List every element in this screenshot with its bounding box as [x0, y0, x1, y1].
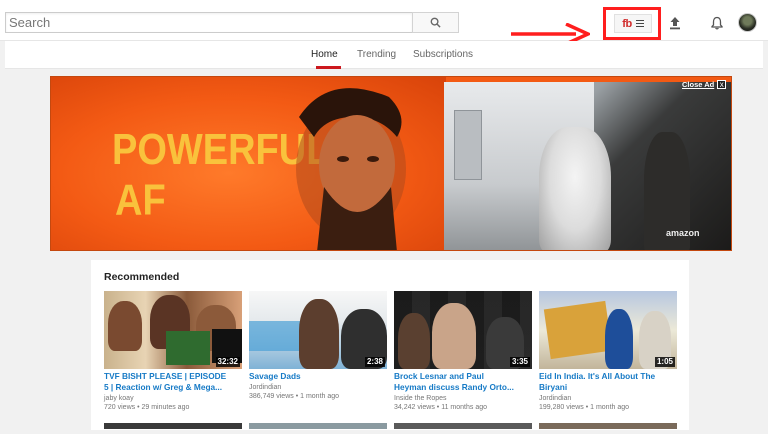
video-thumbnail[interactable]: 1:05: [539, 291, 677, 369]
search-button[interactable]: [412, 12, 459, 33]
bell-icon: [711, 16, 723, 30]
next-row-thumbnail[interactable]: [539, 423, 677, 429]
video-duration: 1:05: [654, 357, 675, 367]
close-ad-label[interactable]: Close Ad: [682, 80, 714, 89]
video-thumbnail[interactable]: 32:32: [104, 291, 242, 369]
video-duration: 2:38: [364, 357, 385, 367]
annotation-highlight-box: [603, 7, 661, 40]
video-title[interactable]: Savage Dads: [249, 371, 389, 382]
video-meta: 720 views • 29 minutes ago: [104, 404, 190, 411]
tab-subscriptions[interactable]: Subscriptions: [413, 49, 473, 60]
video-channel[interactable]: Jordindian: [249, 384, 389, 391]
video-thumbnail[interactable]: 2:38: [249, 291, 387, 369]
ad-scene-figure: [539, 127, 611, 250]
close-ad-button[interactable]: Close Ad x: [682, 80, 727, 89]
recommended-shelf: Recommended 32:32 TVF BISHT PLEASE | EPI…: [91, 260, 689, 430]
video-channel[interactable]: jaby koay: [104, 395, 244, 402]
video-meta: 34,242 views • 11 months ago: [394, 404, 487, 411]
video-channel[interactable]: Inside the Ropes: [394, 395, 534, 402]
search-icon: [430, 17, 441, 28]
video-meta: 386,749 views • 1 month ago: [249, 393, 340, 400]
next-row-thumbnail[interactable]: [249, 423, 387, 429]
search-input[interactable]: [5, 12, 413, 33]
upload-button[interactable]: [665, 13, 685, 33]
video-title[interactable]: Brock Lesnar and Paul Heyman discuss Ran…: [394, 371, 534, 393]
next-row-thumbnail[interactable]: [104, 423, 242, 429]
video-title[interactable]: Eid In India. It's All About The Biryani: [539, 371, 679, 393]
video-meta: 199,280 views • 1 month ago: [539, 404, 630, 411]
shelf-title: Recommended: [104, 271, 180, 283]
ad-brand-logo: amazon: [666, 228, 700, 238]
feed-tabs: Home Trending Subscriptions: [5, 41, 763, 69]
upload-icon: [670, 17, 680, 30]
video-thumbnail[interactable]: 3:35: [394, 291, 532, 369]
ad-scene-door: [454, 110, 482, 180]
ad-banner[interactable]: POWERFUL AF amazon Close Ad x: [50, 76, 732, 251]
notifications-button[interactable]: [707, 13, 727, 33]
close-icon[interactable]: x: [717, 80, 727, 89]
active-tab-indicator: [316, 66, 341, 69]
next-row-thumbnail[interactable]: [394, 423, 532, 429]
avatar[interactable]: [738, 13, 757, 32]
video-title[interactable]: TVF BISHT PLEASE | EPISODE 5 | Reaction …: [104, 371, 244, 393]
tab-home[interactable]: Home: [311, 49, 338, 60]
video-channel[interactable]: Jordindian: [539, 395, 679, 402]
ad-video-frame: amazon: [444, 82, 731, 250]
ad-portrait-image: [296, 88, 406, 250]
video-duration: 32:32: [215, 357, 240, 367]
tab-trending[interactable]: Trending: [357, 49, 396, 60]
video-duration: 3:35: [509, 357, 530, 367]
